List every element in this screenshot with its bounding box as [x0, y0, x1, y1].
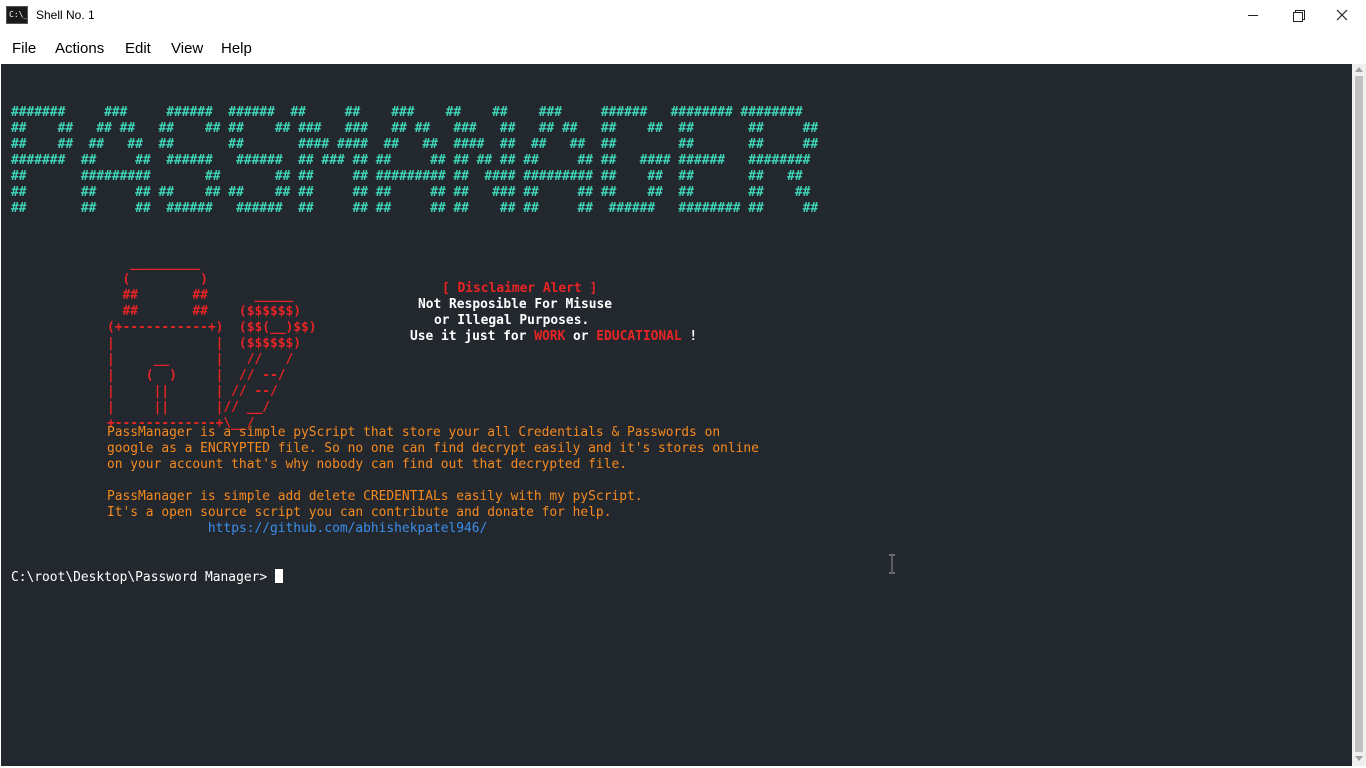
terminal-window: C:\_ Shell No. 1 File Actions Edit View …: [0, 0, 1366, 768]
restore-icon-front: [1293, 12, 1303, 22]
info-line2: google as a ENCRYPTED file. So no one ca…: [107, 441, 759, 456]
scroll-down-arrow-icon[interactable]: [1355, 756, 1363, 761]
close-icon: [1336, 9, 1348, 21]
menu-actions[interactable]: Actions: [55, 40, 104, 57]
github-link[interactable]: https://github.com/abhishekpatel946/: [208, 521, 487, 536]
disclaimer-line3-suffix: !: [681, 329, 698, 344]
info-line4: PassManager is simple add delete CREDENT…: [107, 489, 643, 504]
command-prompt[interactable]: C:\root\Desktop\Password Manager>: [11, 569, 283, 586]
menu-view-label: View: [171, 40, 204, 57]
text-cursor: [274, 569, 283, 583]
disclaimer-title: [ Disclaimer Alert ]: [442, 281, 598, 296]
menu-help[interactable]: Help: [221, 40, 252, 57]
terminal-output[interactable]: ####### ### ###### ###### ## ## ### ## #…: [1, 64, 1352, 766]
info-line1: PassManager is a simple pyScript that st…: [107, 425, 721, 440]
scroll-up-arrow-icon[interactable]: [1355, 67, 1363, 72]
disclaimer-line3-prefix: Use it just for: [410, 329, 535, 344]
disclaimer-line1: Not Resposible For Misuse: [418, 297, 613, 312]
menu-actions-label: Actions: [55, 40, 105, 57]
menu-help-label: Help: [221, 40, 252, 57]
title-bar[interactable]: C:\_ Shell No. 1: [0, 0, 1366, 32]
menu-edit-label: Edit: [125, 40, 151, 57]
menu-view[interactable]: View: [171, 40, 203, 57]
scroll-thumb[interactable]: [1355, 76, 1363, 752]
disclaimer-work: WORK: [534, 329, 566, 344]
ibeam-cursor-icon: [889, 554, 895, 574]
disclaimer-or: or: [565, 329, 597, 344]
info-line5: It's a open source script you can contri…: [107, 505, 612, 520]
ascii-lock-art: _________ ( ) ## ## _____ ## ## ($$$$$$)…: [107, 256, 317, 431]
info-line3: on your account that's why nobody can fi…: [107, 457, 627, 472]
disclaimer-block: [ Disclaimer Alert ] Not Resposible For M…: [410, 281, 697, 345]
window-title: Shell No. 1: [36, 8, 95, 22]
disclaimer-line2: or Illegal Purposes.: [434, 313, 590, 328]
menu-file[interactable]: File: [12, 40, 36, 57]
prompt-text: C:\root\Desktop\Password Manager>: [11, 570, 275, 585]
menu-bar: File Actions Edit View Help: [0, 32, 1366, 64]
vertical-scrollbar[interactable]: [1352, 64, 1366, 766]
minimize-icon: [1248, 15, 1258, 16]
menu-edit[interactable]: Edit: [125, 40, 151, 57]
restore-button[interactable]: [1275, 0, 1320, 31]
ascii-banner: ####### ### ###### ###### ## ## ### ## #…: [11, 105, 819, 216]
disclaimer-educational: EDUCATIONAL: [596, 329, 682, 344]
menu-file-label: File: [12, 40, 37, 57]
link-indent: [107, 521, 208, 536]
info-block: PassManager is a simple pyScript that st…: [107, 425, 759, 537]
minimize-button[interactable]: [1230, 0, 1275, 31]
cmd-icon: C:\_: [6, 6, 28, 24]
close-button[interactable]: [1320, 0, 1365, 31]
